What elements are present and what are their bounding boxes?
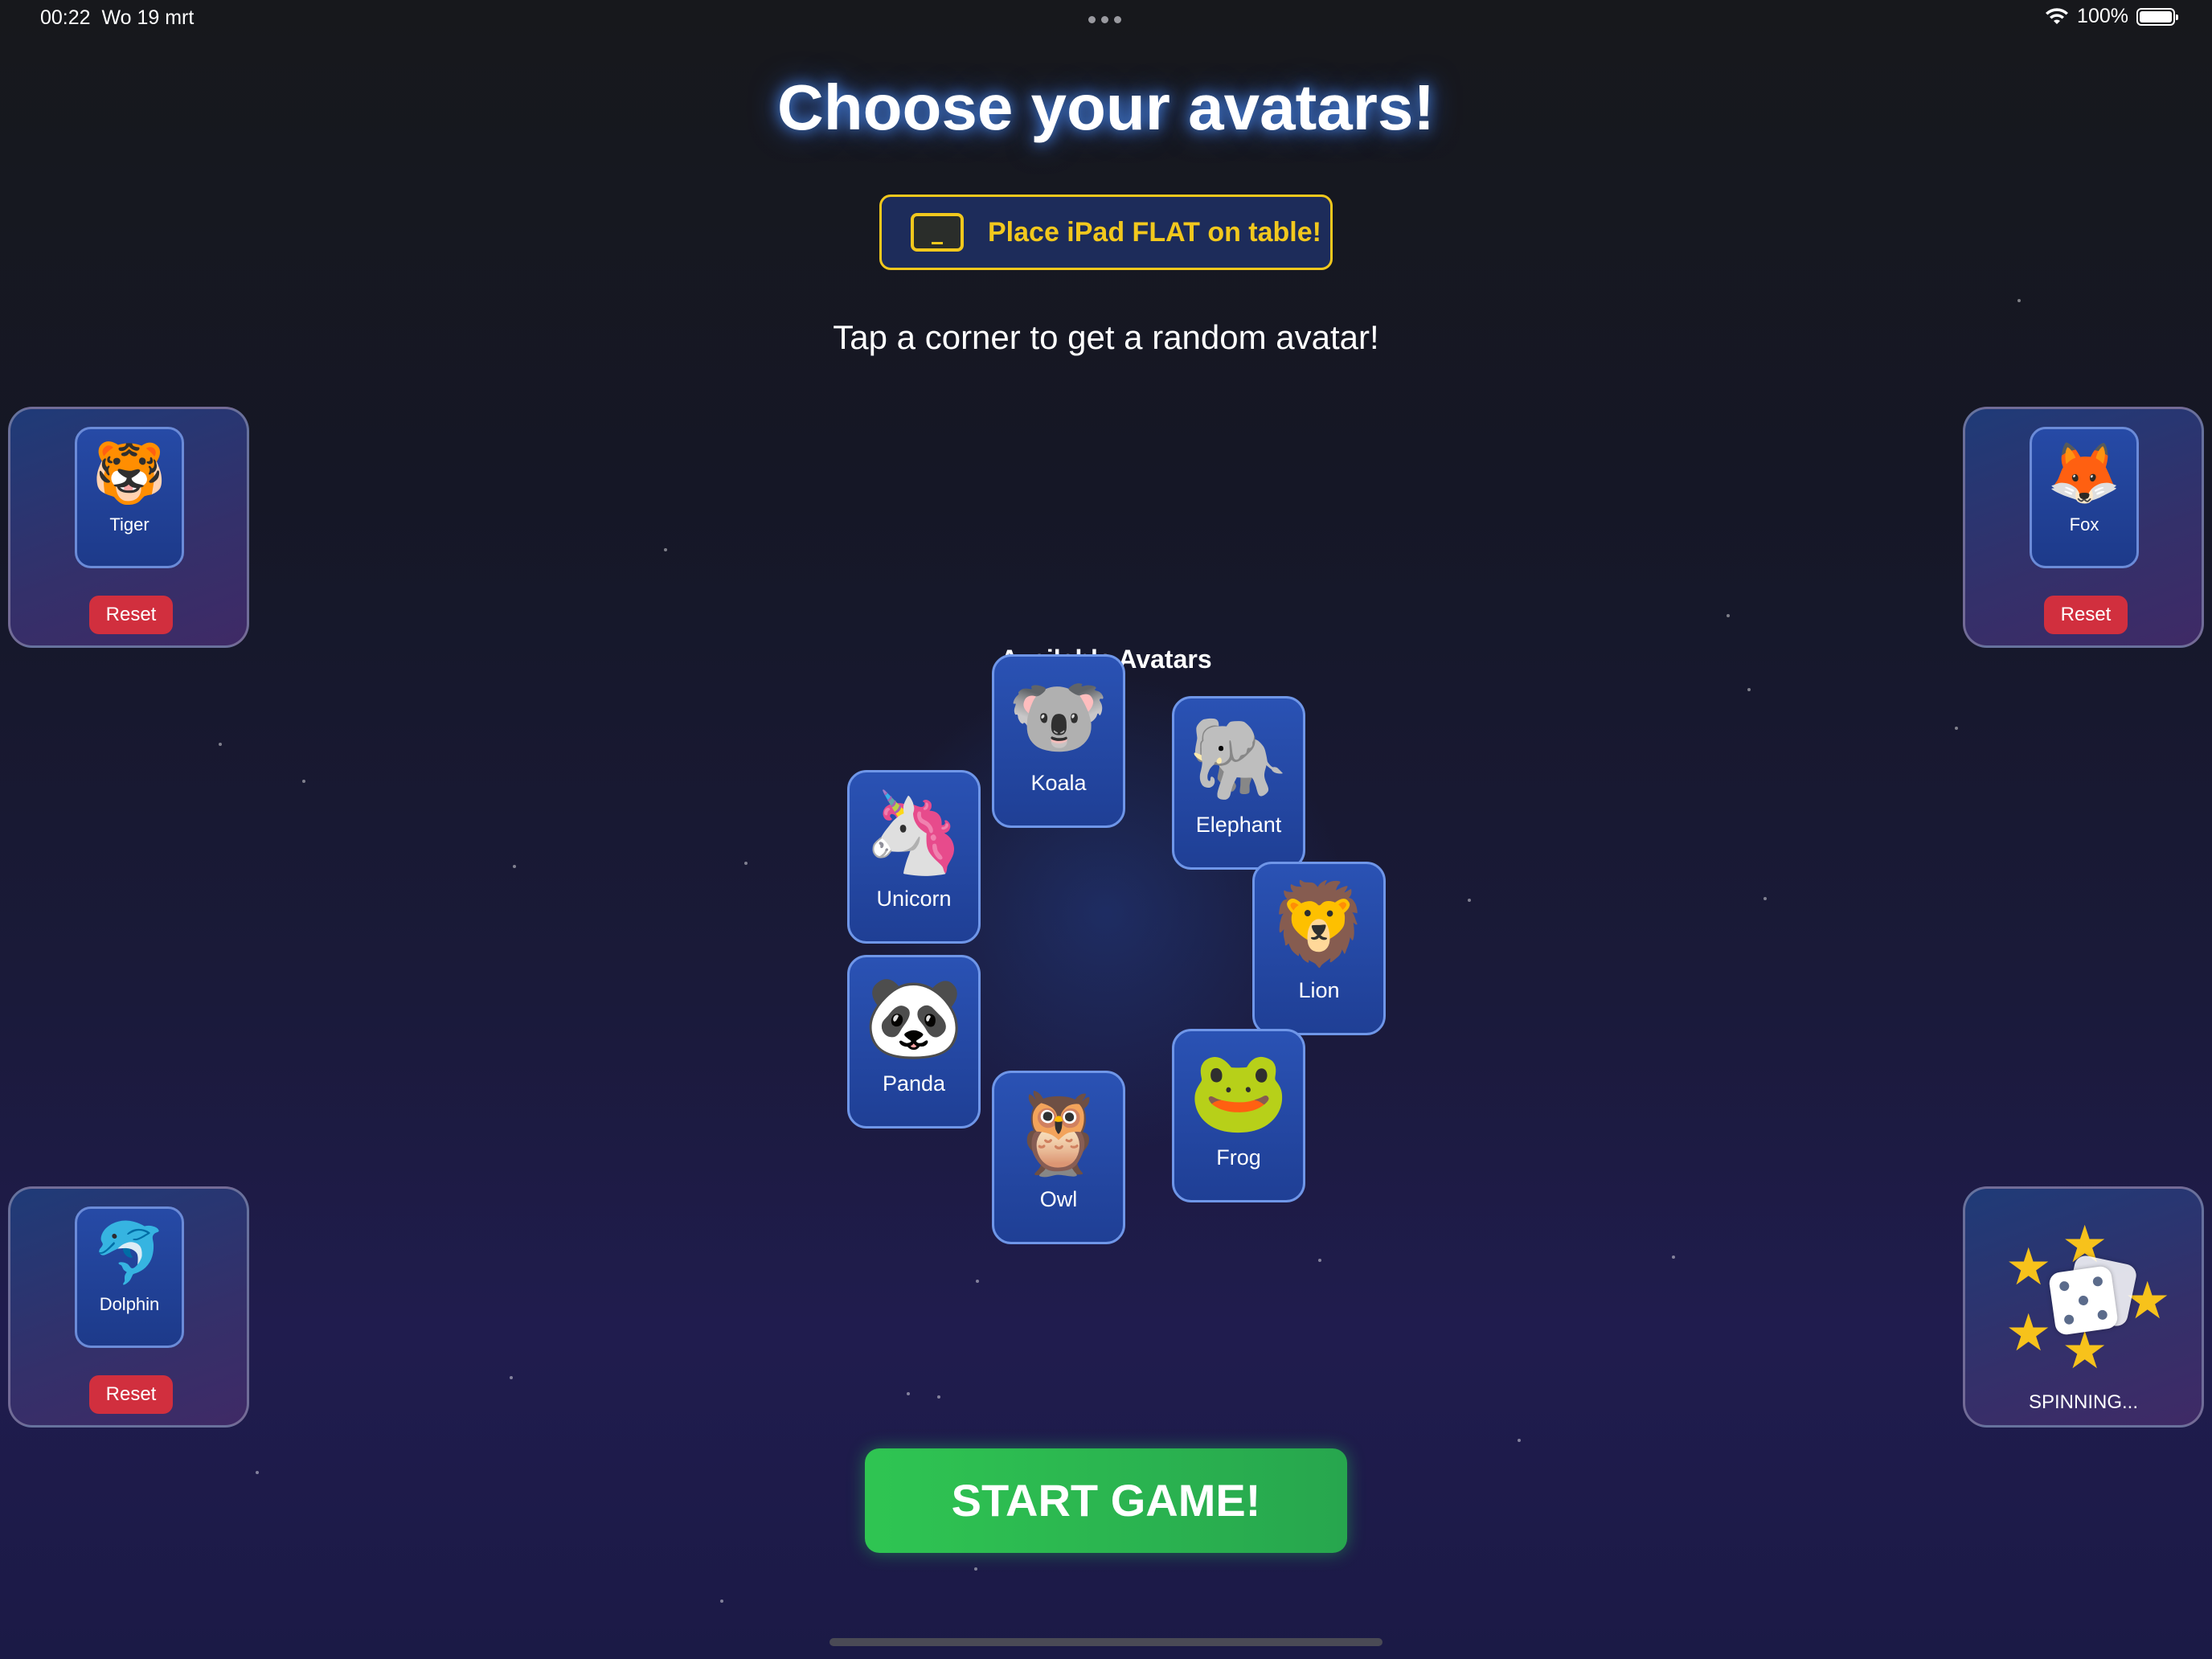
start-game-button[interactable]: START GAME!	[865, 1448, 1347, 1553]
corner-avatar-card: 🐯 Tiger	[75, 427, 184, 568]
avatar-card-elephant[interactable]: 🐘 Elephant	[1172, 696, 1305, 870]
page-title: Choose your avatars!	[776, 72, 1436, 143]
status-date: Wo 19 mrt	[101, 6, 195, 29]
corner-avatar-card: 🦊 Fox	[2030, 427, 2139, 568]
avatar-card-owl[interactable]: 🦉 Owl	[992, 1071, 1125, 1244]
owl-icon: 🦉	[1008, 1086, 1109, 1180]
spinning-status: SPINNING...	[2028, 1391, 2139, 1413]
status-time: 00:22	[40, 6, 91, 29]
dice-icon	[2047, 1264, 2120, 1337]
star-icon: ★	[2005, 1238, 2052, 1297]
star-icon: ★	[2005, 1304, 2052, 1363]
avatar-card-panda[interactable]: 🐼 Panda	[847, 955, 981, 1129]
corner-top-right[interactable]: 🦊 Fox Reset	[1963, 407, 2204, 648]
avatar-card-koala[interactable]: 🐨 Koala	[992, 654, 1125, 828]
corner-bottom-right[interactable]: ★ ★ ★ ★ ★ SPINNING...	[1963, 1186, 2204, 1428]
frog-icon: 🐸	[1188, 1044, 1289, 1138]
status-time-date: 00:22 Wo 19 mrt	[40, 6, 194, 30]
reset-button-bottom-left[interactable]: Reset	[89, 1375, 173, 1414]
unicorn-icon: 🦄	[863, 785, 965, 879]
spinning-dice-icon: ★ ★ ★ ★ ★	[2005, 1219, 2170, 1380]
dolphin-icon: 🐬	[92, 1219, 167, 1288]
battery-percent: 100%	[2077, 5, 2128, 27]
wifi-icon	[2046, 7, 2069, 24]
elephant-icon: 🐘	[1188, 711, 1289, 805]
avatar-card-unicorn[interactable]: 🦄 Unicorn	[847, 770, 981, 944]
place-flat-banner: Place iPad FLAT on table!	[879, 195, 1333, 270]
instruction-text: Tap a corner to get a random avatar!	[833, 318, 1379, 356]
multitasking-dots-icon[interactable]	[1088, 16, 1121, 23]
battery-icon	[2136, 7, 2178, 26]
panda-icon: 🐼	[863, 970, 965, 1064]
reset-button-top-right[interactable]: Reset	[2044, 596, 2128, 634]
avatar-card-lion[interactable]: 🦁 Lion	[1252, 862, 1386, 1035]
fox-icon: 🦊	[2046, 439, 2122, 508]
corner-top-left[interactable]: 🐯 Tiger Reset	[8, 407, 249, 648]
avatar-card-frog[interactable]: 🐸 Frog	[1172, 1029, 1305, 1202]
banner-text: Place iPad FLAT on table!	[988, 216, 1321, 248]
tiger-icon: 🐯	[92, 439, 167, 508]
lion-icon: 🦁	[1268, 877, 1370, 971]
koala-icon: 🐨	[1008, 670, 1109, 764]
status-indicators: 100%	[2045, 5, 2178, 28]
corner-avatar-card: 🐬 Dolphin	[75, 1206, 184, 1348]
reset-button-top-left[interactable]: Reset	[89, 596, 173, 634]
home-indicator[interactable]	[830, 1638, 1382, 1646]
corner-bottom-left[interactable]: 🐬 Dolphin Reset	[8, 1186, 249, 1428]
ipad-icon	[911, 213, 964, 252]
